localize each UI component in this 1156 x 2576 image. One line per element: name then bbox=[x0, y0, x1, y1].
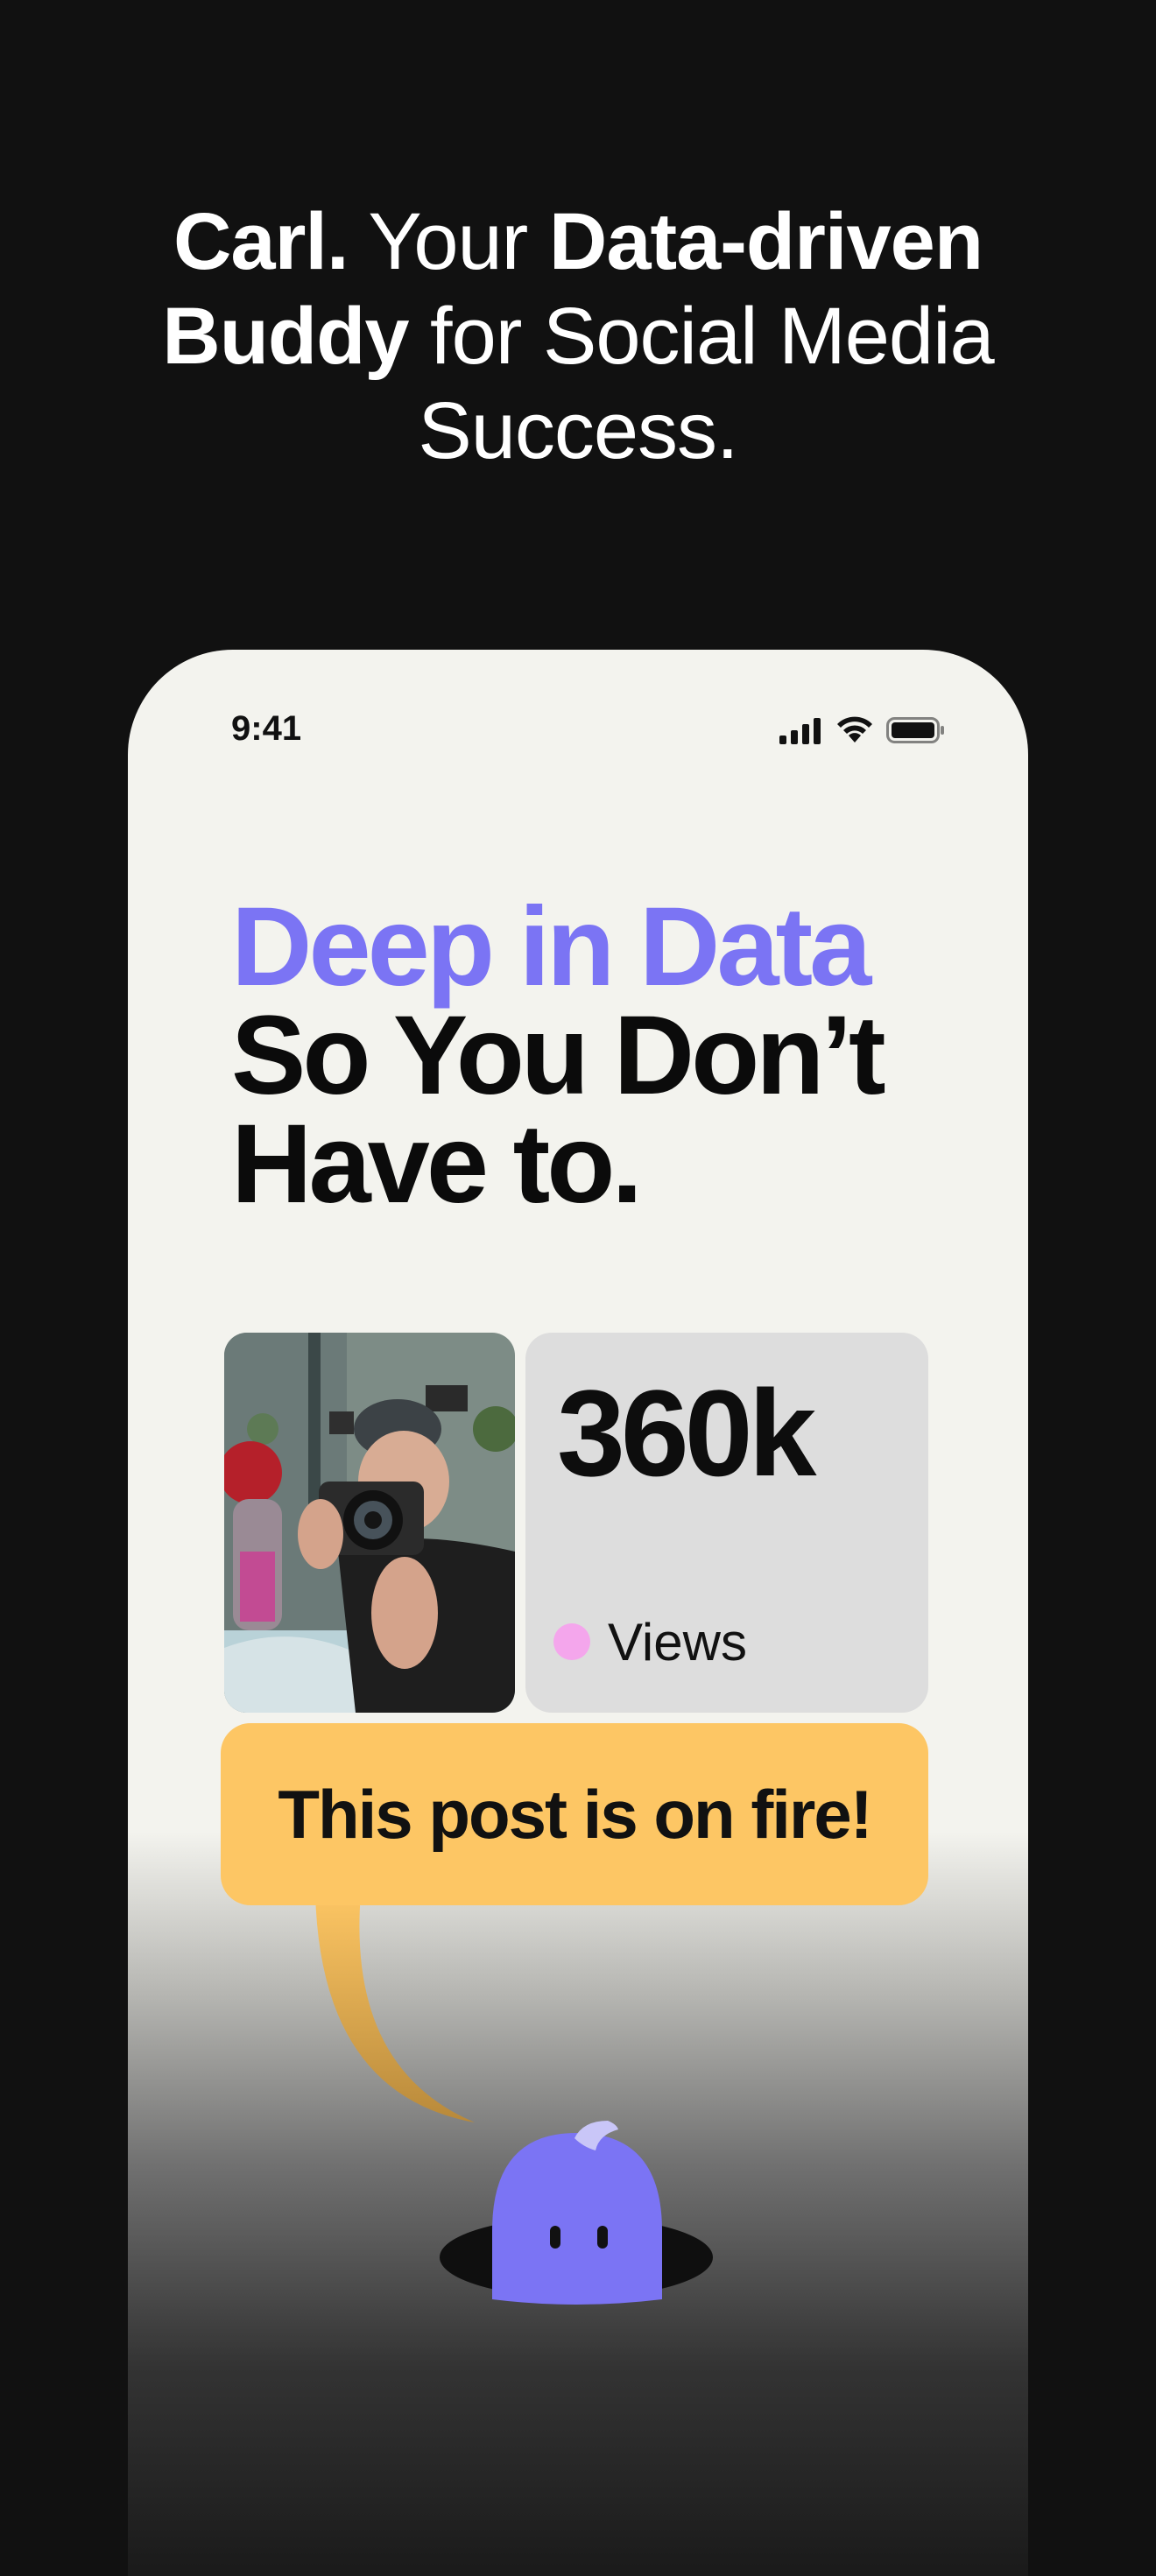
headline-text: Your bbox=[348, 197, 549, 286]
phone-mockup: 9:41 Deep in Data So You Don’t Have to. bbox=[128, 650, 1028, 2576]
headline-brand: Carl. bbox=[173, 197, 349, 286]
headline-text: Buddy bbox=[162, 292, 409, 381]
page-headline: Carl. Your Data-driven Buddy for Social … bbox=[70, 194, 1086, 478]
headline-text: Data-driven bbox=[548, 197, 983, 286]
mascot-ghost-icon[interactable] bbox=[128, 650, 1028, 2576]
headline-text: Success. bbox=[418, 386, 738, 475]
headline-text: for Social Media bbox=[408, 292, 995, 381]
